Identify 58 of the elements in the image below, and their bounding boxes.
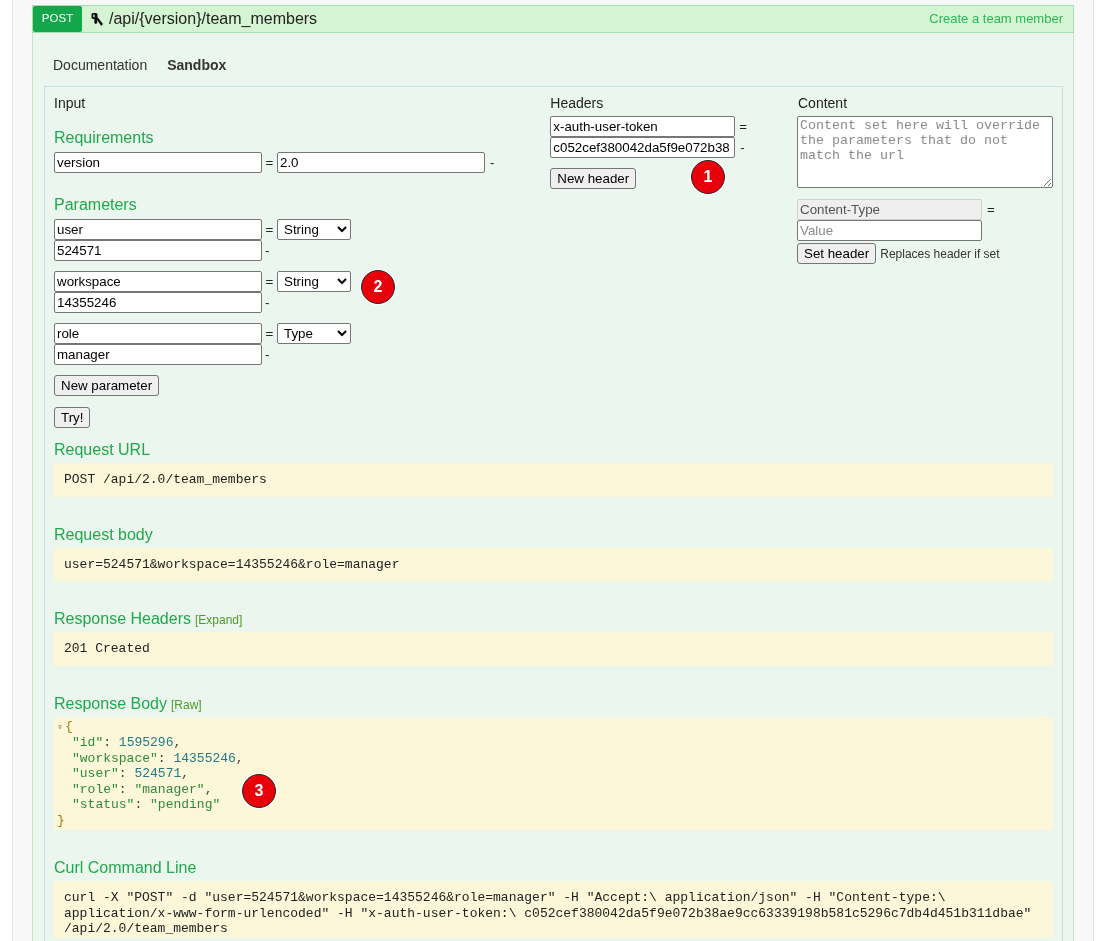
remove-link[interactable]: - (490, 152, 495, 173)
code-block: curl -X "POST" -d "user=524571&workspace=14355246&role=manager" -H "Accept:\ application/json" -H "Content-type:\ application/x-www-form-urlencoded" -H "x-auth-user-token:\ c052cef380042da5f9e072b38ae9cc63339198b581c5296c7db4d451b311dbae" /api/2.0/team_members (54, 881, 1053, 938)
equals-sign: = (264, 220, 275, 239)
column-title: Content (798, 94, 848, 113)
method-badge: POST (33, 6, 82, 32)
parameter-value-field[interactable]: manager (54, 344, 262, 365)
equals-sign: = (264, 324, 275, 343)
equals-sign: = (987, 200, 995, 219)
json-line: "user": 524571, (71, 766, 190, 782)
column-title: Input (54, 94, 86, 113)
code-block: user=524571&workspace=14355246&role=manager (54, 547, 1053, 581)
content-textarea[interactable]: Content set here will override the parameters that do not match the url (797, 116, 1053, 188)
header-value-field[interactable]: c052cef380042da5f9e072b38 (550, 137, 736, 158)
new-parameter-button[interactable]: New parameter (54, 375, 160, 396)
parameter-name-field[interactable]: role (54, 323, 262, 344)
type-select[interactable]: String (277, 271, 351, 292)
remove-link[interactable]: - (265, 344, 270, 365)
json-line: "status": "pending" (71, 797, 221, 813)
endpoint-path: /api/{version}/team_members (109, 9, 318, 29)
tab[interactable]: Documentation (53, 55, 148, 75)
equals-sign: = (264, 272, 275, 291)
hint-text: Replaces header if set (880, 245, 1000, 263)
json-brace: { (65, 718, 73, 734)
code-block: 201 Created (54, 632, 1053, 666)
remove-link[interactable]: - (265, 292, 270, 313)
section-heading: Response Body (54, 693, 167, 714)
section-heading: Request body (54, 524, 153, 545)
tab[interactable]: Sandbox (167, 55, 227, 75)
section-heading: Parameters (54, 195, 137, 215)
equals-sign: = (264, 153, 275, 172)
column-title: Headers (550, 94, 604, 113)
json-line: "role": "manager", (71, 781, 213, 797)
type-select[interactable]: Type (277, 323, 351, 344)
new-header-button[interactable]: New header (550, 168, 637, 189)
endpoint-summary: Create a team member (929, 10, 1064, 29)
remove-link[interactable]: - (265, 240, 270, 261)
section-heading: Requirements (54, 128, 154, 148)
section-heading: Request URL (54, 440, 151, 460)
parameter-value-field[interactable]: 14355246 (54, 292, 262, 313)
try-button[interactable]: Try! (54, 407, 91, 428)
header-name-field[interactable]: x-auth-user-token (550, 116, 736, 137)
parameter-value-field[interactable]: 524571 (54, 240, 262, 261)
json-brace: } (57, 812, 65, 828)
collapse-toggle[interactable]: ▿ (57, 719, 65, 735)
parameter-name-field[interactable]: workspace (54, 271, 262, 292)
section-heading: Curl Command Line (54, 858, 197, 878)
json-line: "workspace": 14355246, (71, 750, 244, 766)
remove-link[interactable]: - (740, 137, 745, 158)
requirement-name-field[interactable]: version (54, 152, 262, 173)
parameter-name-field[interactable]: user (54, 219, 262, 240)
requirement-value-field[interactable]: 2.0 (277, 152, 485, 173)
key-icon (91, 12, 103, 26)
set-header-button[interactable]: Set header (797, 243, 877, 264)
json-line: "id": 1595296, (71, 735, 182, 751)
type-select[interactable]: String (277, 219, 351, 240)
code-block: POST /api/2.0/team_members (54, 463, 1053, 497)
equals-sign: = (739, 117, 748, 136)
section-heading: Response Headers (54, 609, 191, 629)
